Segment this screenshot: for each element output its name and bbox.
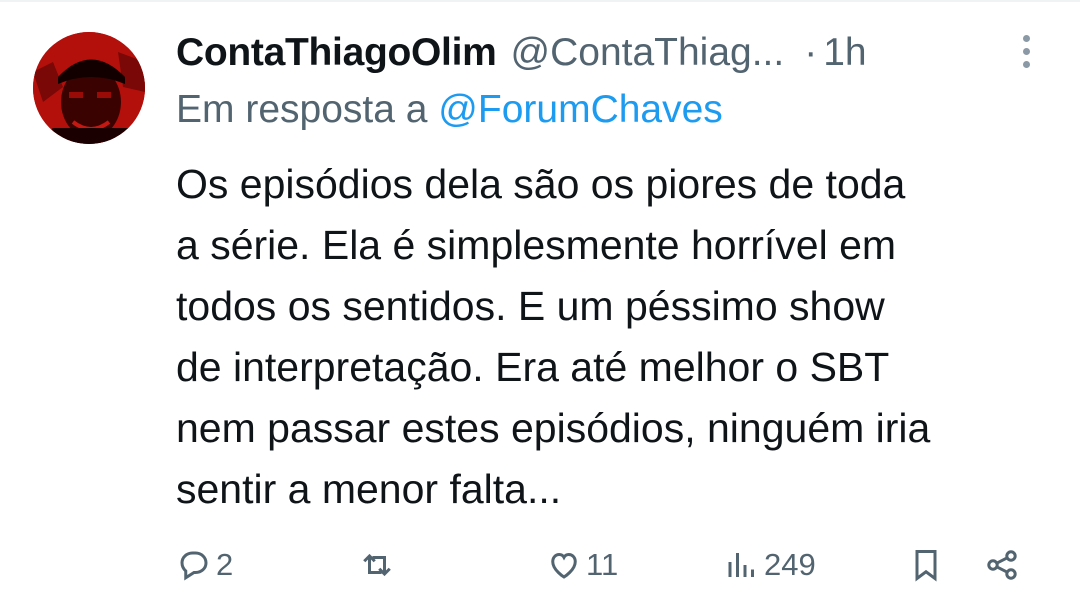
reply-to-handle[interactable]: @ForumChaves [438, 88, 723, 131]
user-handle[interactable]: @ContaThiag... [511, 31, 785, 75]
retweet-icon [363, 553, 391, 577]
avatar[interactable] [33, 32, 145, 144]
reply-button[interactable]: 2 [176, 540, 233, 590]
top-divider [0, 0, 1080, 2]
avatar-image [33, 32, 145, 144]
timestamp[interactable]: 1h [823, 31, 866, 75]
views-count: 249 [764, 547, 816, 582]
tweet-header: ContaThiagoOlim @ContaThiag... · 1h [176, 28, 1060, 78]
reply-icon [180, 551, 208, 581]
like-button[interactable]: 11 [546, 540, 618, 590]
bookmark-icon [915, 550, 937, 582]
share-button[interactable] [984, 540, 1020, 590]
display-name[interactable]: ContaThiagoOlim [176, 31, 497, 75]
separator-dot: · [804, 31, 818, 74]
bookmark-button[interactable] [908, 540, 944, 590]
share-icon [987, 550, 1017, 580]
retweet-button[interactable] [359, 540, 399, 590]
views-icon [728, 553, 754, 577]
views-button[interactable]: 249 [724, 540, 816, 590]
tweet-text: Os episódios dela são os piores de toda … [176, 161, 931, 512]
reply-count: 2 [216, 547, 234, 582]
reply-prefix: Em resposta a [176, 88, 428, 131]
more-vertical-icon[interactable] [1012, 35, 1040, 73]
action-bar: 2 11 249 [176, 540, 1036, 590]
reply-context: Em resposta a @ForumChaves [176, 88, 723, 140]
heart-icon [551, 552, 577, 579]
like-count: 11 [586, 547, 619, 582]
